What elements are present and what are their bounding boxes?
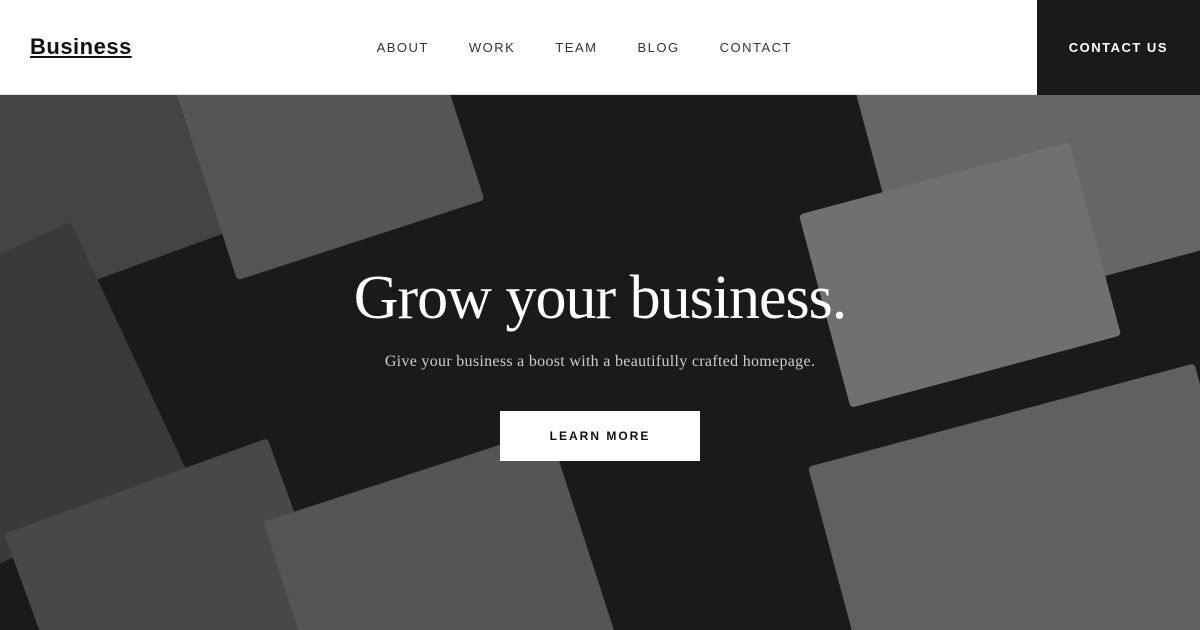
hero-subtitle: Give your business a boost with a beauti… xyxy=(354,353,846,371)
bg-rect-2 xyxy=(175,95,484,280)
nav-item-blog[interactable]: BLOG xyxy=(637,40,679,55)
nav-item-team[interactable]: TEAM xyxy=(555,40,597,55)
bg-rect-8 xyxy=(799,142,1121,408)
hero-section: Grow your business. Give your business a… xyxy=(0,95,1200,630)
contact-us-button[interactable]: CONTACT US xyxy=(1037,0,1200,95)
nav-item-contact[interactable]: CONTACT xyxy=(720,40,792,55)
logo[interactable]: Business xyxy=(30,34,132,60)
header: Business ABOUT WORK TEAM BLOG CONTACT CO… xyxy=(0,0,1200,95)
header-right: CONTACT US xyxy=(1037,0,1200,95)
learn-more-button[interactable]: LEARN MORE xyxy=(500,411,701,461)
nav-item-about[interactable]: ABOUT xyxy=(377,40,429,55)
nav-item-work[interactable]: WORK xyxy=(469,40,515,55)
hero-content: Grow your business. Give your business a… xyxy=(354,264,846,460)
hero-title: Grow your business. xyxy=(354,264,846,332)
main-nav: ABOUT WORK TEAM BLOG CONTACT xyxy=(377,40,792,55)
